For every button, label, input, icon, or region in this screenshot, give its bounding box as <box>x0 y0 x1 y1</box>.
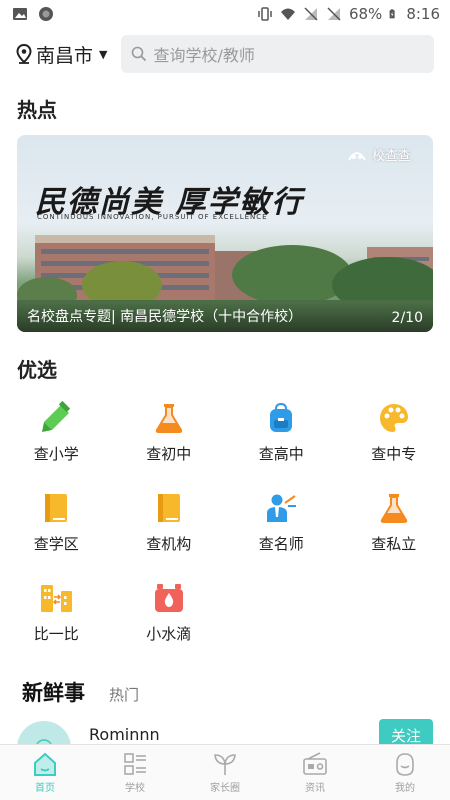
compare-icon <box>41 585 73 612</box>
featured-item-label: 查初中 <box>146 445 192 463</box>
tab-label: 学校 <box>125 783 145 794</box>
city-selector[interactable]: 南昌市 ▼ <box>16 41 107 68</box>
water-drop-icon <box>154 584 183 612</box>
featured-item-junior[interactable]: 查初中 <box>113 401 226 477</box>
banner-pager: 2/10 <box>391 310 423 326</box>
tab-label: 资讯 <box>305 783 325 794</box>
featured-item-label: 小水滴 <box>146 625 192 643</box>
status-bar: 68% 8:16 <box>0 0 450 28</box>
battery-charging-icon <box>389 9 395 19</box>
battery-percent: 68% <box>348 5 383 23</box>
backpack-icon <box>270 402 293 432</box>
search-icon <box>132 46 147 62</box>
news-title: 新鲜事 <box>22 681 85 705</box>
image-notification-icon <box>13 8 27 20</box>
tab-label: 我的 <box>395 783 415 794</box>
tab-school[interactable]: 学校 <box>90 745 180 800</box>
featured-item-compare[interactable]: 比一比 <box>0 581 113 657</box>
tab-me[interactable]: 我的 <box>360 745 450 800</box>
app-screen: 68% 8:16 南昌市 ▼ 查询学校/教师 热点 校查查 民德尚美 厚学敏行 … <box>0 0 450 800</box>
featured-item-label: 查名师 <box>258 535 304 553</box>
record-notification-icon <box>39 7 53 21</box>
palette-icon <box>379 404 408 432</box>
pencil-icon <box>42 401 71 432</box>
featured-item-primary[interactable]: 查小学 <box>0 401 113 477</box>
city-name: 南昌市 <box>36 44 94 67</box>
featured-item-label: 查小学 <box>33 445 79 463</box>
location-pin-icon <box>16 44 32 64</box>
tab-hot[interactable]: 热门 <box>109 684 139 705</box>
tab-label: 首页 <box>35 783 55 794</box>
radio-icon <box>303 752 327 775</box>
featured-item-district[interactable]: 查学区 <box>0 491 113 567</box>
featured-item-senior[interactable]: 查高中 <box>225 401 338 477</box>
featured-item-institution[interactable]: 查机构 <box>113 491 226 567</box>
wifi-icon <box>280 8 295 20</box>
hot-banner[interactable]: 校查查 民德尚美 厚学敏行 CONTINUOUS INNOVATION, PUR… <box>17 135 433 332</box>
grid-list-icon <box>124 753 146 775</box>
search-placeholder: 查询学校/教师 <box>153 46 255 65</box>
tab-news[interactable]: 资讯 <box>270 745 360 800</box>
book-icon <box>45 494 68 522</box>
banner-brand: 校查查 <box>347 145 411 164</box>
flask-icon <box>380 494 407 523</box>
flask-icon <box>155 404 182 433</box>
post-username[interactable]: Rominnn <box>89 721 160 744</box>
chevron-down-icon: ▼ <box>99 47 108 61</box>
featured-section-title: 优选 <box>17 358 57 382</box>
banner-motto: CONTINUOUS INNOVATION, PURSUIT OF EXCELL… <box>37 213 268 221</box>
tab-label: 家长圈 <box>210 783 240 794</box>
featured-item-label: 查中专 <box>371 445 417 463</box>
tab-home[interactable]: 首页 <box>0 745 90 800</box>
featured-item-label: 查学区 <box>33 535 79 553</box>
no-signal-icon-2 <box>327 7 341 21</box>
teacher-icon <box>267 494 297 522</box>
hot-section-title: 热点 <box>17 98 57 122</box>
featured-item-label: 查高中 <box>258 445 304 463</box>
sprout-icon <box>214 754 236 775</box>
featured-item-vocational[interactable]: 查中专 <box>338 401 450 477</box>
clock: 8:16 <box>406 5 440 23</box>
featured-item-label: 查私立 <box>371 535 417 553</box>
banner-brand-text: 校查查 <box>371 149 411 164</box>
search-input[interactable]: 查询学校/教师 <box>121 35 434 73</box>
book-icon <box>157 494 180 522</box>
top-bar: 南昌市 ▼ 查询学校/教师 <box>0 28 450 80</box>
featured-grid: 查小学 查初中 查高中 查中专 查学区 查机构 查名师 查私立 比一比 小水滴 <box>0 383 450 657</box>
school-check-logo-icon <box>348 151 366 161</box>
no-signal-icon <box>304 7 318 21</box>
person-icon <box>396 753 414 776</box>
home-icon <box>34 752 56 776</box>
featured-item-label: 比一比 <box>33 625 79 643</box>
vibrate-icon <box>258 7 272 21</box>
tab-parent-circle[interactable]: 家长圈 <box>180 745 270 800</box>
featured-item-teacher[interactable]: 查名师 <box>225 491 338 567</box>
featured-item-label: 查机构 <box>146 535 192 553</box>
news-header: 新鲜事 热门 <box>0 657 450 707</box>
featured-item-private[interactable]: 查私立 <box>338 491 450 567</box>
banner-caption: 名校盘点专题| 南昌民德学校（十中合作校） <box>27 309 303 325</box>
featured-item-water-drop[interactable]: 小水滴 <box>113 581 226 657</box>
bottom-tab-bar: 首页 学校 家长圈 资讯 我的 <box>0 744 450 800</box>
